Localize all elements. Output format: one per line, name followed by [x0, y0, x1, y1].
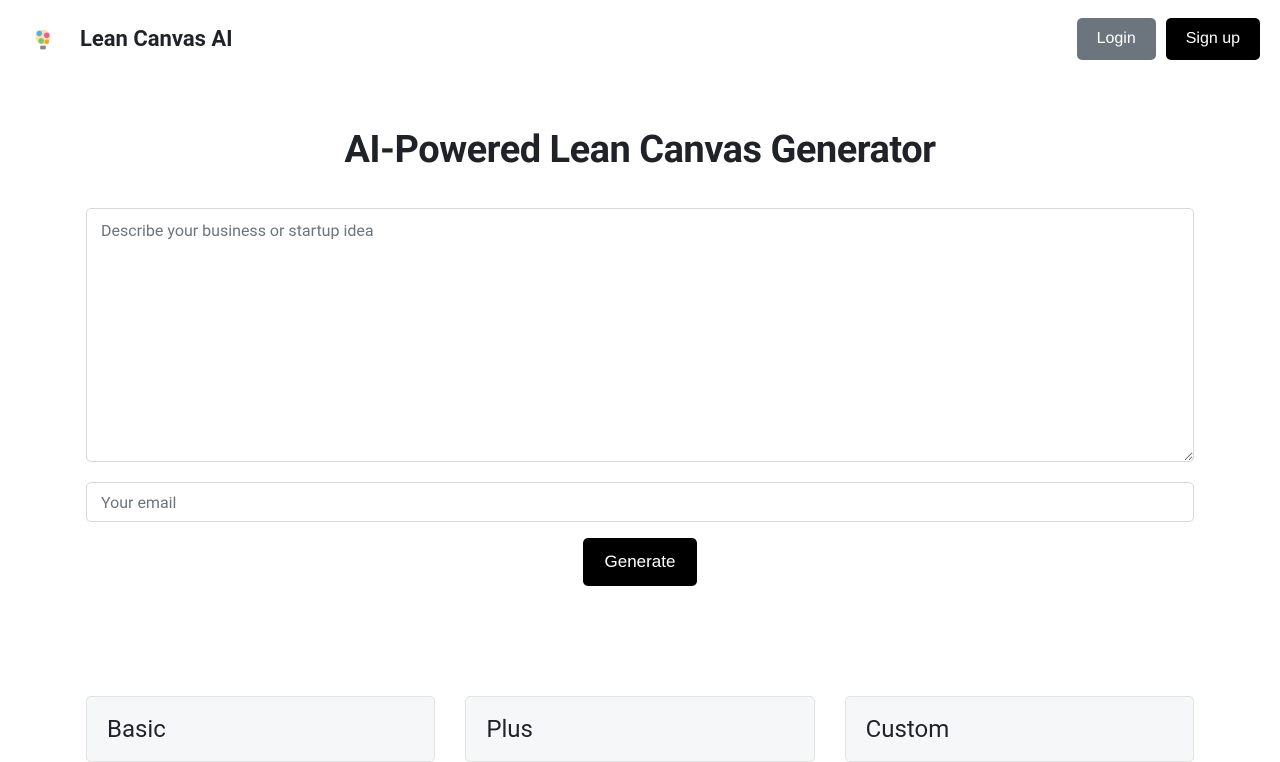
brand[interactable]: Lean Canvas AI — [28, 24, 233, 54]
idea-textarea[interactable] — [86, 208, 1194, 462]
email-field[interactable] — [86, 482, 1194, 522]
brand-name: Lean Canvas AI — [80, 27, 233, 52]
plan-card-basic[interactable]: Basic — [86, 696, 435, 762]
plan-card-custom[interactable]: Custom — [845, 696, 1194, 762]
page-title: AI-Powered Lean Canvas Generator — [86, 128, 1194, 172]
plans-row: Basic Plus Custom — [0, 586, 1280, 762]
plan-name: Custom — [866, 715, 1173, 743]
plan-name: Basic — [107, 715, 414, 743]
plan-name: Plus — [486, 715, 793, 743]
header: Lean Canvas AI Login Sign up — [0, 0, 1280, 78]
header-buttons: Login Sign up — [1077, 18, 1260, 60]
login-button[interactable]: Login — [1077, 18, 1156, 60]
bulb-icon — [28, 24, 58, 54]
plan-card-plus[interactable]: Plus — [465, 696, 814, 762]
generate-button[interactable]: Generate — [583, 538, 698, 586]
main-content: AI-Powered Lean Canvas Generator Generat… — [0, 78, 1280, 586]
signup-button[interactable]: Sign up — [1166, 18, 1260, 60]
